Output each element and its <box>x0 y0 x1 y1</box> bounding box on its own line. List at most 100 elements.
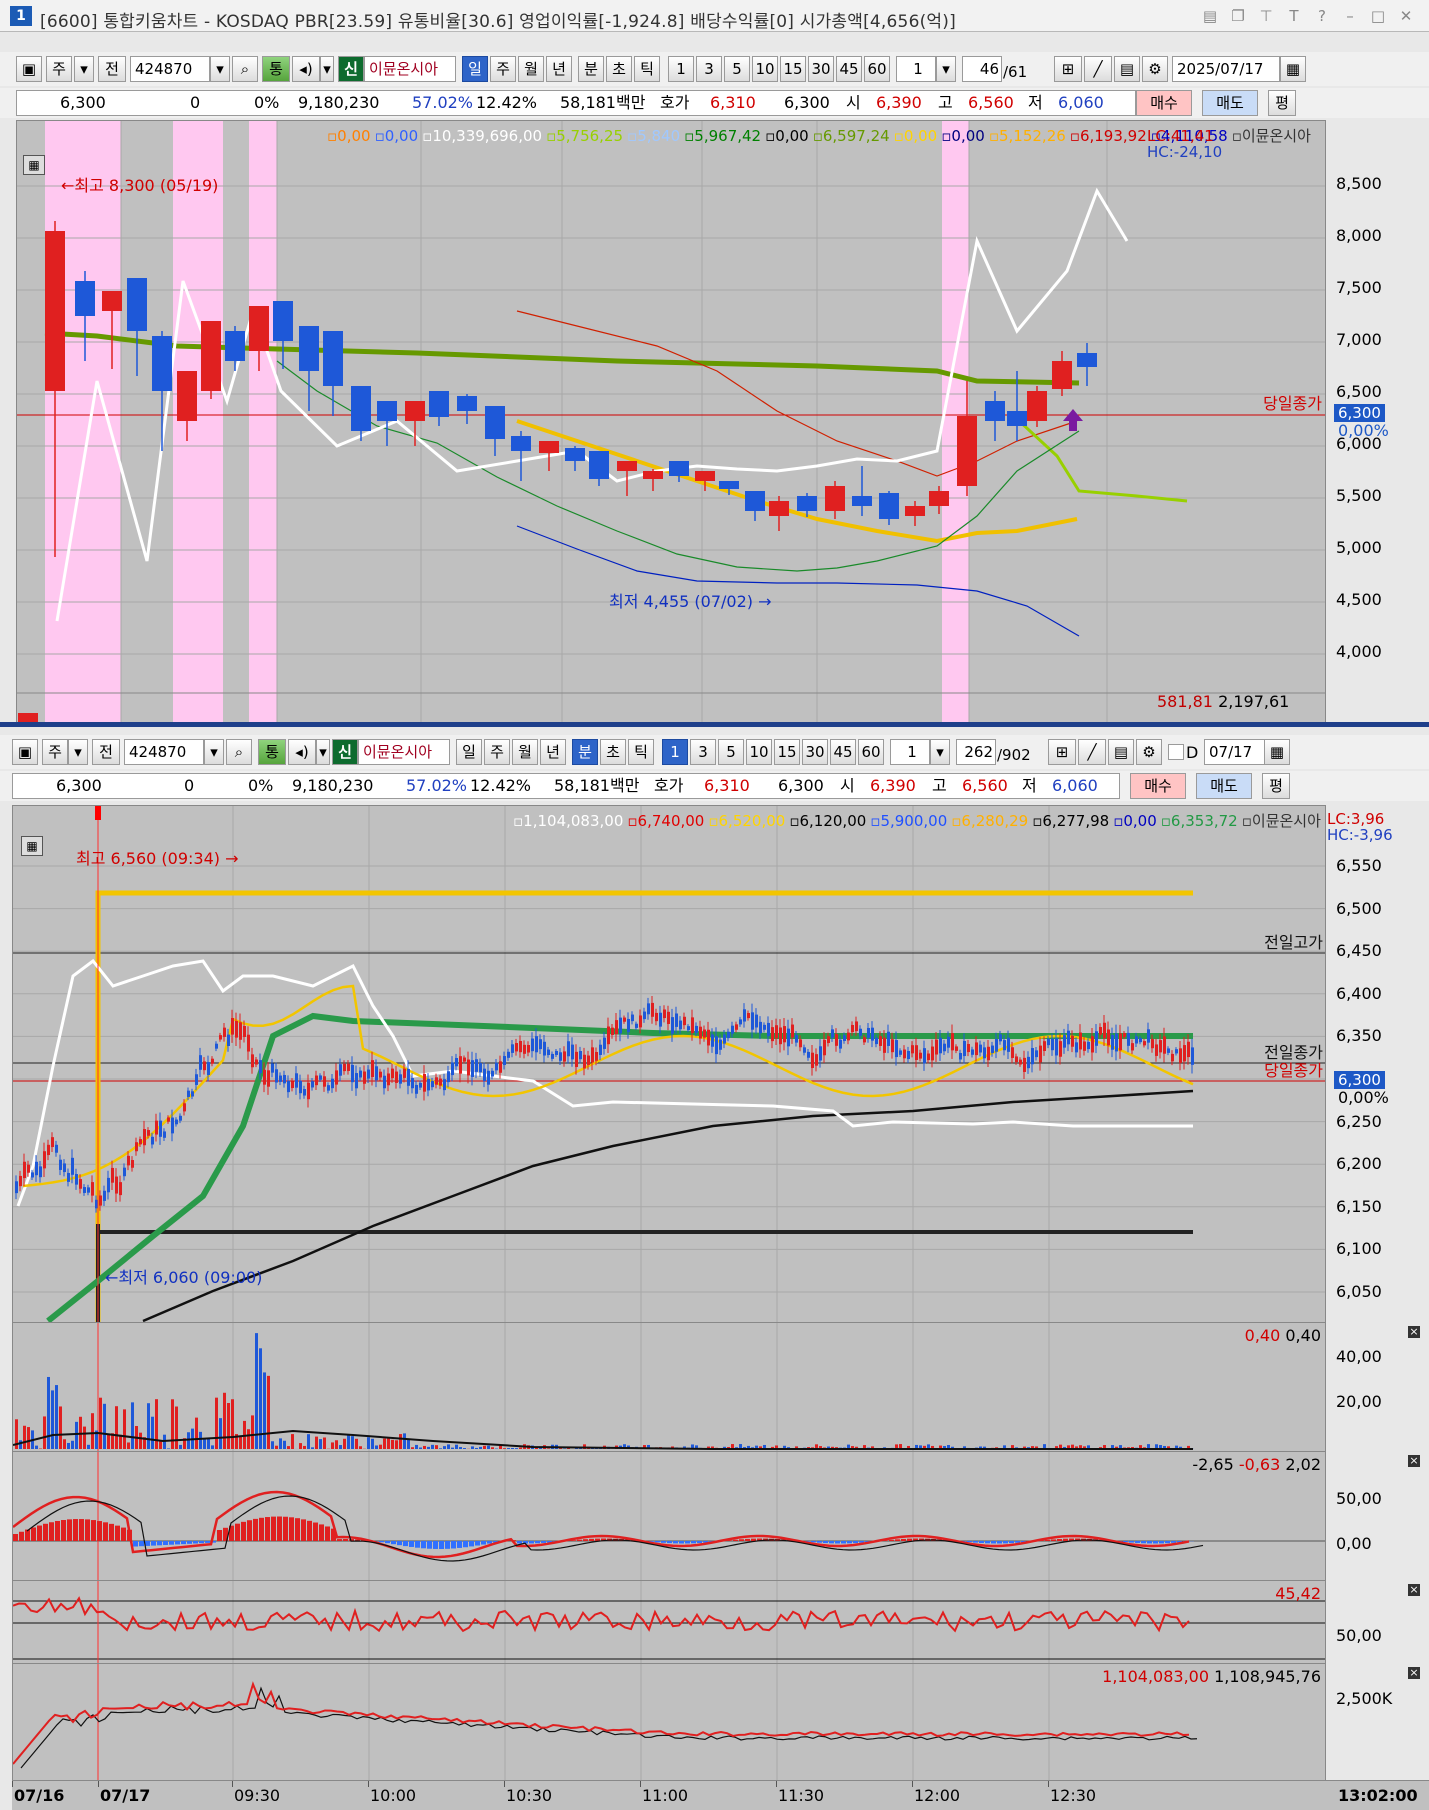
interval-1-button[interactable]: 1 <box>668 56 694 82</box>
font-icon[interactable]: T <box>1284 6 1304 26</box>
daily-chart-panel[interactable]: ←최고 8,300 (05/19) 최저 4,455 (07/02) → 당일종가 … <box>16 120 1326 723</box>
stock-code-input[interactable]: 424870 <box>130 56 210 82</box>
draw-tool-icon[interactable]: ╱ <box>1084 56 1112 82</box>
volume-panel[interactable]: 0,40 0,40 <box>12 1322 1326 1452</box>
interval-45-button[interactable]: 45 <box>836 56 862 82</box>
panel-close-icon[interactable]: × <box>1408 1584 1420 1596</box>
period-week-tab[interactable]: 주 <box>490 56 516 82</box>
period-tick-tab[interactable]: 틱 <box>634 56 660 82</box>
interval-60-button[interactable]: 60 <box>858 739 884 765</box>
gear-icon[interactable]: ⚙ <box>1142 56 1168 82</box>
calendar-icon[interactable]: ▦ <box>1280 56 1306 82</box>
type1-select[interactable]: 주 <box>46 56 72 82</box>
date-input[interactable]: 07/17 <box>1204 739 1266 765</box>
grid-toggle-icon[interactable]: ▦ <box>21 836 43 856</box>
panel-close-icon[interactable]: × <box>1408 1667 1420 1679</box>
interval-input[interactable]: 1 <box>896 56 936 82</box>
period-day-tab[interactable]: 일 <box>456 739 482 765</box>
interval-3-button[interactable]: 3 <box>696 56 722 82</box>
save-icon[interactable]: ▤ <box>1108 739 1134 765</box>
period-month-tab[interactable]: 월 <box>518 56 544 82</box>
period-year-tab[interactable]: 년 <box>540 739 566 765</box>
chevron-down-icon[interactable]: ▾ <box>210 56 230 82</box>
stock-name-field[interactable]: 이뮨온시아 <box>358 739 450 765</box>
period-second-tab[interactable]: 초 <box>600 739 626 765</box>
period-minute-tab[interactable]: 분 <box>572 739 598 765</box>
tong-button[interactable]: 통 <box>258 739 286 765</box>
chevron-down-icon[interactable]: ▾ <box>68 739 88 765</box>
chart-menu-icon[interactable]: ▣ <box>12 739 38 765</box>
speaker-icon[interactable]: ◂) <box>292 56 320 82</box>
stock-name-field[interactable]: 이뮨온시아 <box>364 56 456 82</box>
period-second-tab[interactable]: 초 <box>606 56 632 82</box>
chevron-down-icon[interactable]: ▾ <box>316 739 330 765</box>
search-icon[interactable]: ⌕ <box>226 739 252 765</box>
d-checkbox[interactable] <box>1168 744 1184 760</box>
candle-style-icon[interactable]: ⊞ <box>1048 739 1076 765</box>
speaker-icon[interactable]: ◂) <box>288 739 316 765</box>
interval-30-button[interactable]: 30 <box>808 56 834 82</box>
period-tick-tab[interactable]: 틱 <box>628 739 654 765</box>
type2-button[interactable]: 전 <box>92 739 120 765</box>
sin-button[interactable]: 신 <box>332 739 358 765</box>
interval-5-button[interactable]: 5 <box>724 56 750 82</box>
count-input[interactable]: 262 <box>956 739 996 765</box>
stock-code-input[interactable]: 424870 <box>124 739 204 765</box>
count-input[interactable]: 46 <box>962 56 1002 82</box>
chevron-down-icon[interactable]: ▾ <box>320 56 334 82</box>
interval-10-button[interactable]: 10 <box>752 56 778 82</box>
minute-chart-panel[interactable]: 최고 6,560 (09:34) → ←최저 6,060 (09:00) 전일고가 전… <box>12 805 1326 1323</box>
buy-button[interactable]: 매수 <box>1136 90 1192 116</box>
type2-button[interactable]: 전 <box>98 56 126 82</box>
sell-button[interactable]: 매도 <box>1202 90 1258 116</box>
layout-icon[interactable]: ▤ <box>1200 6 1220 26</box>
period-day-tab[interactable]: 일 <box>462 56 488 82</box>
sin-button[interactable]: 신 <box>338 56 364 82</box>
save-icon[interactable]: ▤ <box>1114 56 1140 82</box>
chevron-down-icon[interactable]: ▾ <box>936 56 956 82</box>
obv-panel[interactable]: 1,104,083,00 1,108,945,76 <box>12 1663 1326 1781</box>
tong-button[interactable]: 통 <box>262 56 290 82</box>
close-icon[interactable]: ✕ <box>1396 6 1416 26</box>
maximize-icon[interactable]: □ <box>1368 6 1388 26</box>
pin-icon[interactable]: ⊤ <box>1256 6 1276 26</box>
chevron-down-icon[interactable]: ▾ <box>74 56 94 82</box>
help-icon[interactable]: ? <box>1312 6 1332 26</box>
type1-select[interactable]: 주 <box>42 739 68 765</box>
copy-window-icon[interactable]: ❐ <box>1228 6 1248 26</box>
panel-close-icon[interactable]: × <box>1408 1455 1420 1467</box>
calendar-icon[interactable]: ▦ <box>1264 739 1290 765</box>
candle-style-icon[interactable]: ⊞ <box>1054 56 1082 82</box>
sell-button[interactable]: 매도 <box>1196 773 1252 799</box>
flat-button[interactable]: 평 <box>1262 773 1290 799</box>
minimize-icon[interactable]: – <box>1340 6 1360 26</box>
panel-separator[interactable] <box>0 722 1429 727</box>
interval-60-button[interactable]: 60 <box>864 56 890 82</box>
period-week-tab[interactable]: 주 <box>484 739 510 765</box>
panel-close-icon[interactable]: × <box>1408 1326 1420 1338</box>
interval-15-button[interactable]: 15 <box>780 56 806 82</box>
gear-icon[interactable]: ⚙ <box>1136 739 1162 765</box>
interval-1-button[interactable]: 1 <box>662 739 688 765</box>
draw-tool-icon[interactable]: ╱ <box>1078 739 1106 765</box>
interval-5-button[interactable]: 5 <box>718 739 744 765</box>
chevron-down-icon[interactable]: ▾ <box>204 739 224 765</box>
buy-button[interactable]: 매수 <box>1130 773 1186 799</box>
interval-input[interactable]: 1 <box>890 739 930 765</box>
chevron-down-icon[interactable]: ▾ <box>930 739 950 765</box>
flat-button[interactable]: 평 <box>1268 90 1296 116</box>
date-input[interactable]: 2025/07/17 <box>1172 56 1280 82</box>
interval-45-button[interactable]: 45 <box>830 739 856 765</box>
interval-10-button[interactable]: 10 <box>746 739 772 765</box>
interval-30-button[interactable]: 30 <box>802 739 828 765</box>
chart-menu-icon[interactable]: ▣ <box>16 56 42 82</box>
interval-15-button[interactable]: 15 <box>774 739 800 765</box>
period-month-tab[interactable]: 월 <box>512 739 538 765</box>
search-icon[interactable]: ⌕ <box>232 56 258 82</box>
rsi-panel[interactable]: 45,42 <box>12 1580 1326 1664</box>
grid-toggle-icon[interactable]: ▦ <box>23 155 45 175</box>
interval-3-button[interactable]: 3 <box>690 739 716 765</box>
macd-panel[interactable]: -2,65 -0,63 2,02 <box>12 1451 1326 1581</box>
period-minute-tab[interactable]: 분 <box>578 56 604 82</box>
period-year-tab[interactable]: 년 <box>546 56 572 82</box>
